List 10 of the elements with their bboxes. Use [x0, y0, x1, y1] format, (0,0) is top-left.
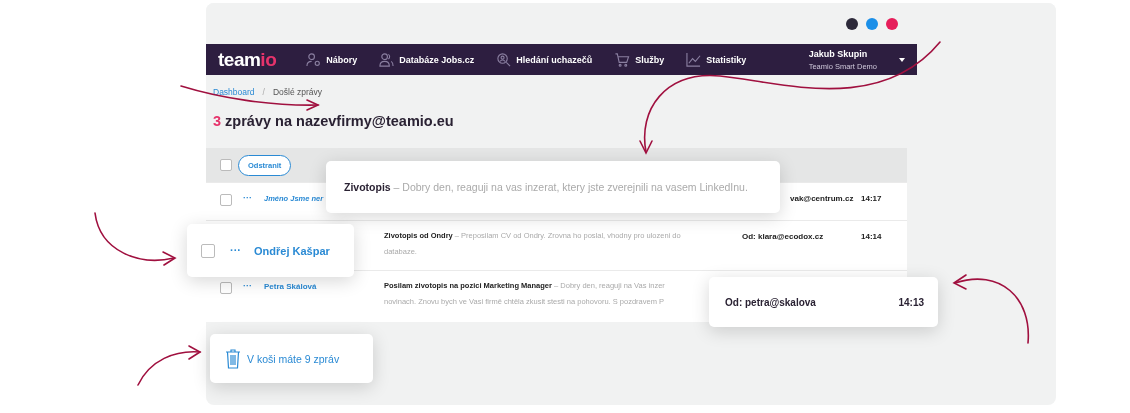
breadcrumb-separator: / — [262, 87, 265, 97]
sender-email: vak@centrum.cz — [790, 194, 854, 203]
message-time: 14:14 — [861, 232, 882, 241]
breadcrumb-current: Došlé zprávy — [272, 87, 323, 97]
page-title: 3 zprávy na nazevfirmy@teamio.eu — [213, 113, 455, 129]
message-preview: Zivotopis – Dobry den, reaguji na vas inzerat, ktery jste zverejnili na vasem LinkedInu. — [344, 181, 748, 193]
message-time: 14:17 — [861, 194, 882, 203]
trash-text: V koši máte 9 zpráv — [247, 352, 340, 365]
sender-email: Od: petra@skalova — [725, 296, 816, 308]
sender-email: Od: klara@ecodox.cz — [742, 232, 824, 241]
